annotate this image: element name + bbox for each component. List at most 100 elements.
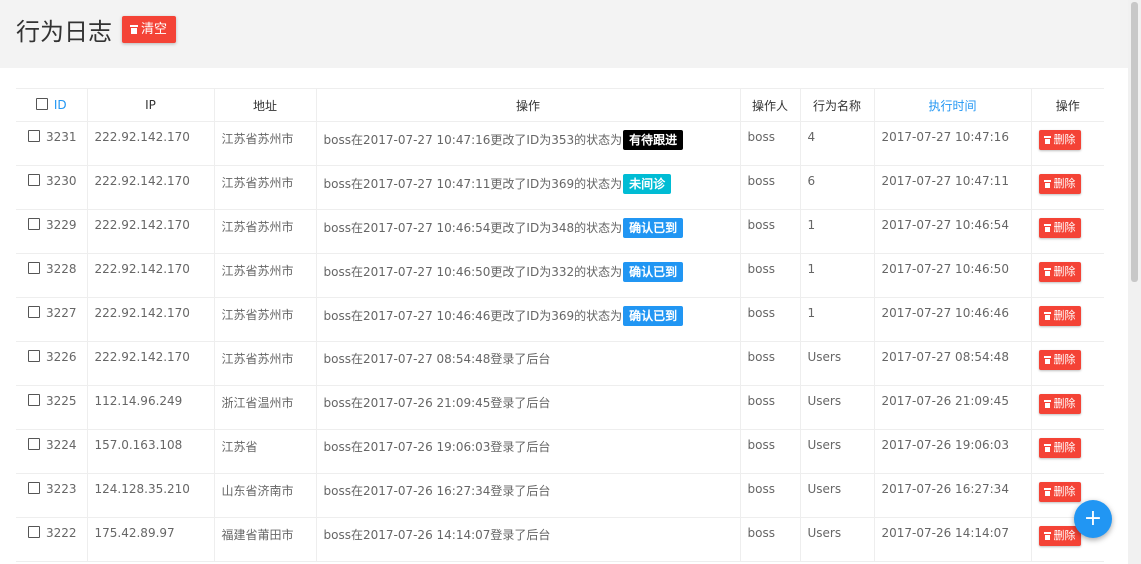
row-checkbox[interactable] — [28, 394, 40, 406]
table-row: 3227 222.92.142.170 江苏省苏州市 boss在2017-07-27 … — [16, 297, 1104, 342]
clear-button[interactable]: 清空 — [122, 16, 177, 43]
cell-exec-time: 2017-07-26 14:14:07 — [874, 517, 1032, 562]
trash-icon — [1043, 444, 1051, 452]
column-header-id[interactable]: ID — [16, 88, 88, 122]
delete-button[interactable]: 删除 — [1038, 350, 1081, 370]
column-header-operation: 操作 — [316, 88, 741, 122]
cell-action-name: 4 — [800, 121, 875, 166]
delete-button[interactable]: 删除 — [1038, 438, 1081, 458]
row-checkbox[interactable] — [28, 350, 40, 362]
cell-operation: boss在2017-07-27 10:46:54更改了ID为348的状态为 确认已… — [316, 209, 741, 254]
row-checkbox[interactable] — [28, 130, 40, 142]
trash-icon — [1043, 400, 1051, 408]
cell-operation: boss在2017-07-26 16:27:34登录了后台 — [316, 473, 741, 518]
cell-action-name: 1 — [800, 253, 875, 298]
table-row: 3224 157.0.163.108 江苏省 boss在2017-07-26 19:0… — [16, 429, 1104, 474]
cell-operator: boss — [740, 253, 801, 298]
cell-address: 江苏省 — [214, 429, 317, 474]
row-checkbox[interactable] — [28, 438, 40, 450]
cell-id: 3230 — [16, 165, 88, 210]
cell-action-name: Users — [800, 473, 875, 518]
delete-button[interactable]: 删除 — [1038, 394, 1081, 414]
cell-address: 福建省莆田市 — [214, 517, 317, 562]
row-checkbox[interactable] — [28, 262, 40, 274]
column-header-ip: IP — [87, 88, 215, 122]
cell-id: 3225 — [16, 385, 88, 430]
cell-action-name: Users — [800, 429, 875, 474]
cell-ip: 112.14.96.249 — [87, 385, 215, 430]
column-header-operator: 操作人 — [740, 88, 801, 122]
delete-button[interactable]: 删除 — [1038, 262, 1081, 282]
cell-action-name: Users — [800, 341, 875, 386]
cell-operator: boss — [740, 385, 801, 430]
cell-exec-time: 2017-07-27 10:47:11 — [874, 165, 1032, 210]
log-panel: ID IP 地址 操作 操作人 行为名称 执行时间 操作 3231 222.92.… — [0, 68, 1128, 564]
table-row: 3223 124.128.35.210 山东省济南市 boss在2017-07-26 … — [16, 473, 1104, 518]
operation-text: boss在2017-07-26 19:06:03登录了后台 — [323, 440, 551, 454]
operation-text: boss在2017-07-27 10:47:16更改了ID为353的状态为 — [323, 133, 623, 147]
table-row: 3231 222.92.142.170 江苏省苏州市 boss在2017-07-27 … — [16, 121, 1104, 166]
row-id: 3228 — [46, 262, 77, 276]
cell-operation: boss在2017-07-27 10:47:16更改了ID为353的状态为 有待跟… — [316, 121, 741, 166]
trash-icon — [1043, 224, 1051, 232]
select-all-checkbox[interactable] — [35, 98, 48, 110]
row-checkbox[interactable] — [28, 218, 40, 230]
operation-text: boss在2017-07-27 10:46:50更改了ID为332的状态为 — [323, 265, 623, 279]
cell-exec-time: 2017-07-27 10:46:50 — [874, 253, 1032, 298]
cell-address: 江苏省苏州市 — [214, 341, 317, 386]
cell-address: 山东省济南市 — [214, 473, 317, 518]
cell-operation: boss在2017-07-27 08:54:48登录了后台 — [316, 341, 741, 386]
delete-button[interactable]: 删除 — [1038, 526, 1081, 546]
cell-id: 3223 — [16, 473, 88, 518]
page-title: 行为日志 — [16, 18, 112, 46]
delete-button-label: 删除 — [1053, 221, 1076, 234]
cell-actions: 删除 — [1031, 429, 1104, 474]
cell-exec-time: 2017-07-26 21:09:45 — [874, 385, 1032, 430]
operation-text: boss在2017-07-27 08:54:48登录了后台 — [323, 352, 551, 366]
clear-button-label: 清空 — [141, 22, 168, 37]
cell-operation: boss在2017-07-26 21:09:45登录了后台 — [316, 385, 741, 430]
delete-button-label: 删除 — [1053, 529, 1076, 542]
delete-button-label: 删除 — [1053, 397, 1076, 410]
vertical-scrollbar[interactable] — [1128, 0, 1141, 564]
delete-button[interactable]: 删除 — [1038, 482, 1081, 502]
delete-button[interactable]: 删除 — [1038, 306, 1081, 326]
delete-button[interactable]: 删除 — [1038, 174, 1081, 194]
row-id: 3224 — [46, 438, 77, 452]
cell-address: 江苏省苏州市 — [214, 253, 317, 298]
cell-address: 江苏省苏州市 — [214, 209, 317, 254]
cell-operation: boss在2017-07-26 14:14:07登录了后台 — [316, 517, 741, 562]
cell-exec-time: 2017-07-27 10:46:46 — [874, 297, 1032, 342]
row-checkbox[interactable] — [28, 174, 40, 186]
row-id: 3223 — [46, 482, 77, 496]
cell-ip: 124.128.35.210 — [87, 473, 215, 518]
column-header-exec-time[interactable]: 执行时间 — [874, 88, 1032, 122]
status-badge: 确认已到 — [623, 262, 684, 282]
cell-operator: boss — [740, 121, 801, 166]
row-id: 3226 — [46, 350, 77, 364]
row-checkbox[interactable] — [28, 306, 40, 318]
trash-icon — [1043, 488, 1051, 496]
cell-address: 江苏省苏州市 — [214, 297, 317, 342]
delete-button[interactable]: 删除 — [1038, 130, 1081, 150]
cell-actions: 删除 — [1031, 253, 1104, 298]
cell-id: 3228 — [16, 253, 88, 298]
status-badge: 有待跟进 — [623, 130, 684, 150]
cell-operation: boss在2017-07-26 19:06:03登录了后台 — [316, 429, 741, 474]
delete-button[interactable]: 删除 — [1038, 218, 1081, 238]
cell-operator: boss — [740, 341, 801, 386]
row-checkbox[interactable] — [28, 482, 40, 494]
cell-ip: 222.92.142.170 — [87, 209, 215, 254]
row-checkbox[interactable] — [28, 526, 40, 538]
row-id: 3230 — [46, 174, 77, 188]
scrollbar-thumb[interactable] — [1131, 2, 1138, 282]
cell-exec-time: 2017-07-27 08:54:48 — [874, 341, 1032, 386]
trash-icon — [1043, 268, 1051, 276]
operation-text: boss在2017-07-27 10:47:11更改了ID为369的状态为 — [323, 177, 623, 191]
cell-action-name: Users — [800, 517, 875, 562]
status-badge: 确认已到 — [623, 218, 684, 238]
row-id: 3231 — [46, 130, 77, 144]
page-header: 行为日志 清空 — [0, 0, 1141, 68]
add-fab-button[interactable]: + — [1074, 500, 1112, 538]
operation-text: boss在2017-07-26 16:27:34登录了后台 — [323, 484, 551, 498]
